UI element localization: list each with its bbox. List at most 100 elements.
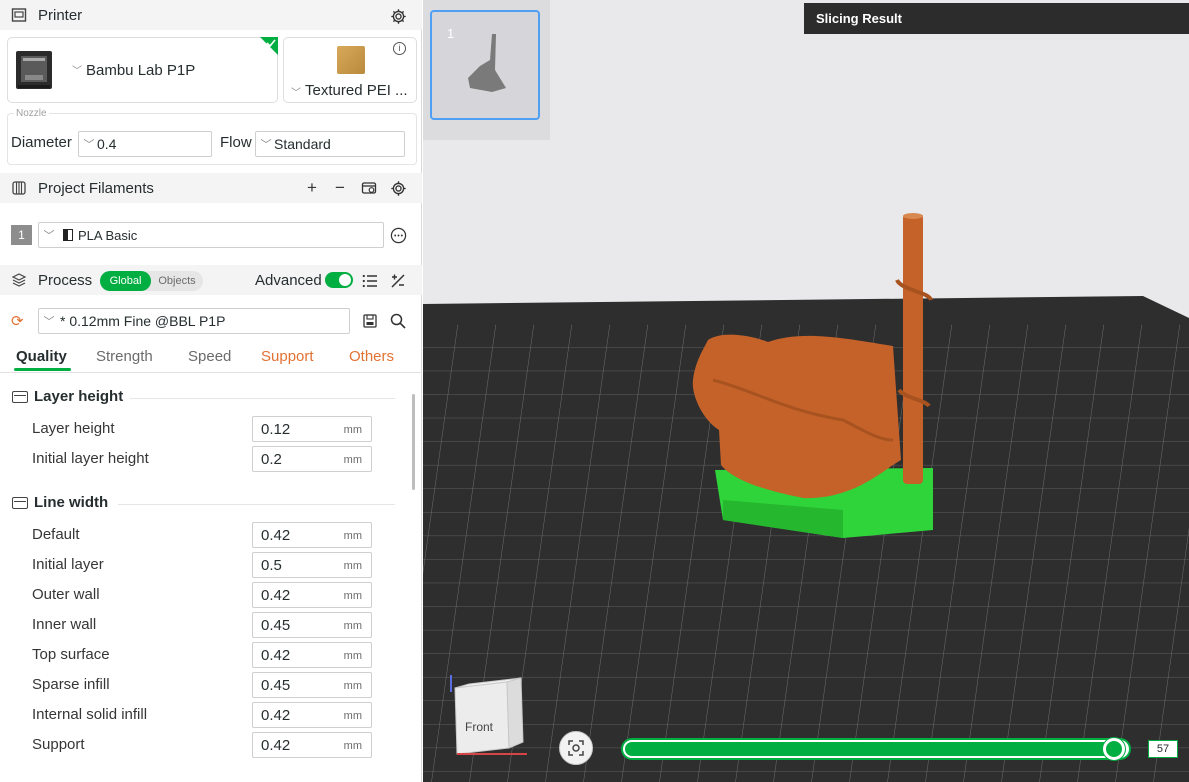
- line-width-inner-wall-input[interactable]: 0.45 mm: [252, 612, 372, 638]
- printer-thumbnail: [14, 49, 54, 91]
- printer-section-title: Printer: [38, 6, 83, 24]
- initial-layer-height-input[interactable]: 0.2 mm: [252, 446, 372, 472]
- plate-number: 1: [447, 26, 455, 41]
- process-section-title: Process: [38, 271, 93, 289]
- line-width-initial-layer-label: Initial layer: [32, 556, 104, 573]
- search-icon[interactable]: [388, 311, 408, 331]
- printer-chevron-down-icon: ﹀: [72, 66, 82, 77]
- save-preset-icon[interactable]: [360, 311, 380, 331]
- line-width-outer-wall-label: Outer wall: [32, 586, 100, 603]
- plate-thumbnail: [337, 46, 365, 74]
- unit-mm: mm: [343, 560, 362, 572]
- filament-spool-icon: [10, 179, 28, 197]
- layer-slider-handle[interactable]: [1102, 738, 1125, 760]
- printer-settings-gear-icon[interactable]: [388, 6, 408, 26]
- line-width-outer-wall-value: 0.42: [261, 587, 291, 604]
- info-icon[interactable]: i: [393, 42, 406, 55]
- sync-filaments-icon[interactable]: [359, 178, 379, 198]
- filament-name: PLA Basic: [78, 227, 138, 243]
- line-width-top-surface-value: 0.42: [261, 647, 291, 664]
- nozzle-flow-value: Standard: [274, 136, 331, 152]
- line-width-outer-wall-input[interactable]: 0.42 mm: [252, 582, 372, 608]
- filament-settings-gear-icon[interactable]: [388, 178, 408, 198]
- unit-mm: mm: [343, 530, 362, 542]
- layer-height-group-icon: [12, 390, 28, 403]
- plate-thumbnail-model: [468, 34, 506, 92]
- tab-speed[interactable]: Speed: [188, 348, 231, 365]
- layer-height-input[interactable]: 0.12 mm: [252, 416, 372, 442]
- line-width-top-surface-input[interactable]: 0.42 mm: [252, 642, 372, 668]
- line-width-default-label: Default: [32, 526, 80, 543]
- line-width-support-value: 0.42: [261, 737, 291, 754]
- filament-slot-index[interactable]: 1: [11, 225, 32, 245]
- line-width-internal-solid-infill-input[interactable]: 0.42 mm: [252, 702, 372, 728]
- unit-mm: mm: [343, 650, 362, 662]
- filament-more-options-icon[interactable]: [388, 225, 408, 245]
- reset-view-icon[interactable]: [559, 731, 593, 765]
- filaments-section-title: Project Filaments: [38, 179, 154, 197]
- line-width-group-title: Line width: [34, 494, 109, 511]
- initial-layer-height-value: 0.2: [261, 451, 282, 468]
- plate-type-selector[interactable]: i ﹀ Textured PEI ...: [283, 37, 417, 103]
- diameter-label: Diameter: [11, 134, 72, 151]
- group-divider: [118, 504, 395, 505]
- printer-name: Bambu Lab P1P: [86, 62, 196, 79]
- line-width-support-input[interactable]: 0.42 mm: [252, 732, 372, 758]
- layer-height-group-title: Layer height: [34, 388, 124, 405]
- line-width-initial-layer-input[interactable]: 0.5 mm: [252, 552, 372, 578]
- filament-color-swatch: [63, 229, 73, 241]
- nozzle-diameter-select[interactable]: ﹀ 0.4: [78, 131, 212, 157]
- reset-preset-icon[interactable]: ⟳: [11, 312, 24, 330]
- printer-selector[interactable]: ﹀ Bambu Lab P1P: [7, 37, 278, 103]
- view-cube-front-label: Front: [465, 720, 494, 734]
- initial-layer-height-label: Initial layer height: [32, 450, 149, 467]
- line-width-default-value: 0.42: [261, 527, 291, 544]
- slicing-result-panel[interactable]: Slicing Result: [804, 3, 1189, 34]
- unit-mm: mm: [343, 590, 362, 602]
- left-settings-panel: Printer ﹀ Bambu Lab P1P i ﹀ Textured PEI…: [0, 0, 422, 782]
- plate-thumbnails-panel: 1: [423, 0, 550, 140]
- tab-quality[interactable]: Quality: [16, 348, 67, 365]
- settings-scrollbar[interactable]: [412, 394, 415, 490]
- chevron-down-icon: ﹀: [260, 139, 272, 151]
- unit-mm: mm: [343, 680, 362, 692]
- check-icon: [266, 39, 276, 47]
- 3d-viewport[interactable]: 1 Slicing Result Front 57: [423, 0, 1189, 782]
- process-preset-select[interactable]: ﹀ * 0.12mm Fine @BBL P1P: [38, 308, 350, 334]
- tab-others[interactable]: Others: [349, 348, 394, 365]
- advanced-toggle[interactable]: [325, 272, 353, 288]
- layer-slider-fill: [625, 742, 1117, 756]
- unit-mm: mm: [343, 454, 362, 466]
- layer-slider[interactable]: [621, 738, 1131, 760]
- nozzle-flow-select[interactable]: ﹀ Standard: [255, 131, 405, 157]
- line-width-inner-wall-value: 0.45: [261, 617, 291, 634]
- nozzle-label: Nozzle: [14, 108, 49, 119]
- global-mode-button[interactable]: Global: [100, 271, 151, 291]
- tab-strength[interactable]: Strength: [96, 348, 153, 365]
- active-tab-indicator: [14, 368, 71, 371]
- tab-support[interactable]: Support: [261, 348, 314, 365]
- list-view-icon[interactable]: [360, 271, 380, 291]
- layer-height-value: 0.12: [261, 421, 291, 438]
- process-preset-name: * 0.12mm Fine @BBL P1P: [60, 313, 226, 329]
- view-cube[interactable]: Front: [447, 670, 537, 760]
- line-width-default-input[interactable]: 0.42 mm: [252, 522, 372, 548]
- unit-mm: mm: [343, 424, 362, 436]
- process-section-header: Process: [0, 265, 422, 295]
- plate-thumbnail[interactable]: 1: [430, 10, 540, 120]
- filament-select[interactable]: ﹀ PLA Basic: [38, 222, 384, 248]
- flow-label: Flow: [220, 134, 252, 151]
- line-width-support-label: Support: [32, 736, 85, 753]
- plate-chevron-down-icon: ﹀: [291, 88, 301, 99]
- chevron-down-icon: ﹀: [83, 139, 95, 151]
- chevron-down-icon: ﹀: [43, 316, 55, 328]
- compare-presets-icon[interactable]: [388, 271, 408, 291]
- objects-mode-button[interactable]: Objects: [153, 271, 201, 291]
- add-filament-plus-icon[interactable]: +: [302, 178, 322, 198]
- printer-icon: [10, 6, 28, 24]
- remove-filament-minus-icon[interactable]: −: [330, 178, 350, 198]
- plate-type-name: Textured PEI ...: [305, 82, 408, 99]
- line-width-group-header: Line width: [12, 494, 108, 511]
- nozzle-diameter-value: 0.4: [97, 136, 117, 152]
- line-width-sparse-infill-input[interactable]: 0.45 mm: [252, 672, 372, 698]
